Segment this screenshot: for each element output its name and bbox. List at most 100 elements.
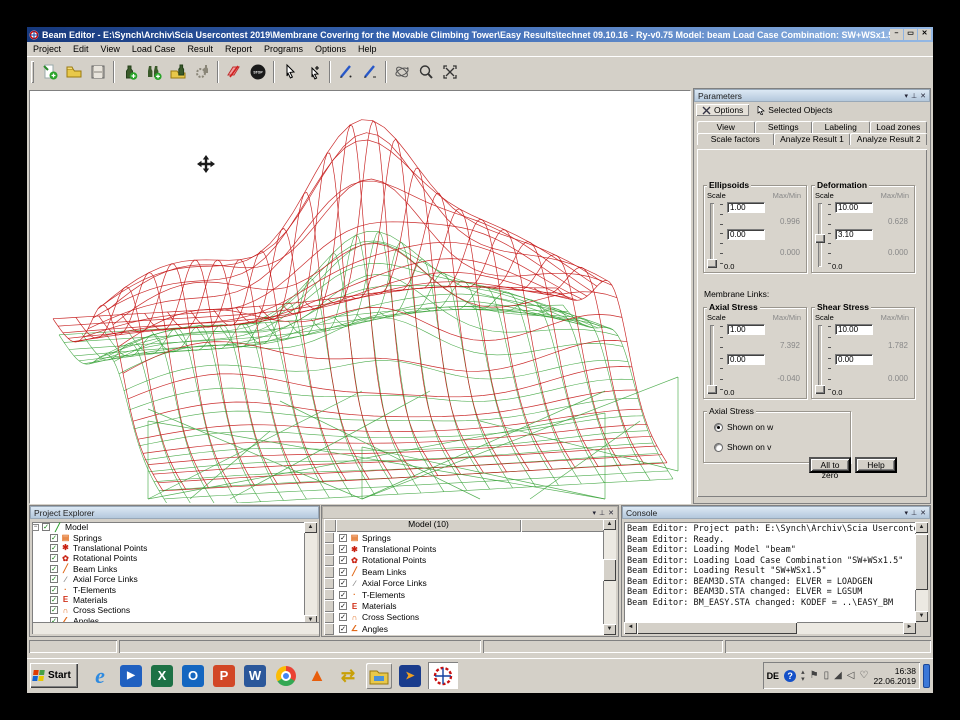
tree-label[interactable]: Model — [65, 522, 88, 532]
draw-link-button[interactable] — [358, 60, 382, 84]
dock-pin-icon[interactable]: ⊥ — [911, 92, 917, 100]
signal-tray-icon[interactable]: ◢ — [834, 670, 842, 681]
row-label[interactable]: Materials — [362, 601, 396, 611]
tab-analyze-result-1[interactable]: Analyze Result 1 — [774, 133, 851, 145]
tree-item[interactable]: ✓∩Cross Sections — [32, 605, 306, 615]
tree-label[interactable]: Springs — [73, 533, 102, 543]
model-row[interactable]: ✓∩Cross Sections — [324, 612, 604, 623]
dock-menu-icon[interactable]: ▾ — [905, 509, 909, 517]
tree-item[interactable]: ✓·T-Elements — [32, 584, 306, 594]
taskbar-files-icon[interactable] — [366, 663, 392, 689]
model-table[interactable]: Model (10) ✓▤Springs ✓✱Translational Poi… — [324, 519, 604, 635]
checkbox[interactable]: ✓ — [339, 591, 347, 599]
taskbar-compare-icon[interactable]: ⇄ — [335, 663, 361, 689]
result-settings-button[interactable] — [190, 60, 214, 84]
draw-beam-button[interactable] — [334, 60, 358, 84]
clock[interactable]: 16:38 22.06.2019 — [873, 666, 916, 686]
start-button[interactable]: Start — [30, 663, 78, 688]
close-icon[interactable]: ✕ — [918, 29, 931, 40]
row-label[interactable]: Translational Points — [362, 544, 436, 554]
tree-vscrollbar[interactable]: ▲ ▼ — [304, 522, 317, 626]
tab-scale-factors[interactable]: Scale factors — [697, 133, 774, 145]
deformation-max-input[interactable] — [835, 202, 873, 213]
model-row[interactable]: ✓EMaterials — [324, 600, 604, 611]
checkbox[interactable]: ✓ — [339, 579, 347, 587]
help-button[interactable]: Help — [855, 457, 897, 473]
help-tray-icon[interactable]: ? — [784, 670, 796, 682]
battery-tray-icon[interactable]: ▯ — [824, 670, 830, 681]
console-hscrollbar[interactable]: ◄ ► — [624, 622, 916, 634]
taskbar-chrome-icon[interactable] — [273, 663, 299, 689]
menu-load-case[interactable]: Load Case — [126, 43, 182, 55]
axial-stress-slider-thumb[interactable] — [707, 385, 717, 394]
checkbox[interactable]: ✓ — [42, 523, 50, 531]
menu-edit[interactable]: Edit — [67, 43, 95, 55]
dock-menu-icon[interactable]: ▾ — [593, 509, 597, 517]
tree-label[interactable]: Cross Sections — [73, 605, 130, 615]
scroll-up-icon[interactable]: ▲ — [304, 522, 317, 533]
show-desktop-button[interactable] — [923, 664, 930, 688]
tree-label[interactable]: Axial Force Links — [73, 574, 138, 584]
flag-tray-icon[interactable]: ⚑ — [810, 670, 819, 681]
checkbox[interactable]: ✓ — [339, 568, 347, 576]
ellipsoids-slider[interactable] — [710, 203, 714, 267]
title-bar[interactable]: Beam Editor - E:\Synch\Archiv\Scia Userc… — [27, 27, 933, 42]
model-panel-header[interactable]: ▾ ⊥ ✕ — [322, 506, 618, 519]
scroll-thumb[interactable] — [915, 534, 928, 590]
tree-item[interactable]: ✓EMaterials — [32, 595, 306, 605]
checkbox[interactable]: ✓ — [50, 544, 58, 552]
select-add-button[interactable] — [302, 60, 326, 84]
model-vscrollbar[interactable]: ▲ ▼ — [603, 519, 616, 635]
minimize-icon[interactable]: – — [890, 29, 903, 40]
axial-stress-max-input[interactable] — [727, 324, 765, 335]
tree-item[interactable]: ✓✱Translational Points — [32, 543, 306, 553]
row-label[interactable]: T-Elements — [362, 590, 405, 600]
dock-menu-icon[interactable]: ▾ — [905, 92, 909, 100]
open-button[interactable] — [62, 60, 86, 84]
checkbox[interactable]: ✓ — [339, 545, 347, 553]
scroll-left-icon[interactable]: ◄ — [624, 622, 637, 634]
tree-root[interactable]: − ✓ ╱ Model — [32, 522, 306, 532]
ellipsoids-min-input[interactable] — [727, 229, 765, 240]
deformation-slider-thumb[interactable] — [815, 234, 825, 243]
tree-label[interactable]: Rotational Points — [73, 553, 137, 563]
checkbox[interactable]: ✓ — [50, 565, 58, 573]
radio-shown-on-v[interactable]: Shown on v — [714, 442, 771, 452]
scroll-right-icon[interactable]: ► — [903, 622, 916, 634]
tree-item[interactable]: ✓╱Beam Links — [32, 564, 306, 574]
display-result-button[interactable] — [222, 60, 246, 84]
scroll-up-icon[interactable]: ▲ — [603, 519, 616, 530]
toolbar-grip[interactable] — [31, 61, 34, 83]
row-label[interactable]: Rotational Points — [362, 555, 426, 565]
project-explorer-header[interactable]: Project Explorer — [30, 506, 319, 519]
restore-icon[interactable]: ▭ — [904, 29, 917, 40]
menu-view[interactable]: View — [95, 43, 126, 55]
project-tree[interactable]: − ✓ ╱ Model ✓▤Springs ✓✱Translational Po… — [32, 522, 306, 626]
model-row[interactable]: ✓✿Rotational Points — [324, 555, 604, 566]
radio-shown-on-w[interactable]: Shown on w — [714, 422, 773, 432]
checkbox[interactable]: ✓ — [50, 554, 58, 562]
tree-label[interactable]: T-Elements — [73, 585, 116, 595]
add-load-case-button[interactable] — [118, 60, 142, 84]
language-indicator[interactable]: DE — [767, 671, 780, 681]
axial-stress-min-input[interactable] — [727, 354, 765, 365]
all-to-zero-button[interactable]: All to zero — [809, 457, 851, 473]
tab-analyze-result-2[interactable]: Analyze Result 2 — [850, 133, 927, 145]
dock-close-icon[interactable]: ✕ — [920, 92, 926, 100]
scroll-thumb[interactable] — [603, 559, 616, 581]
speaker-tray-icon[interactable]: ◁ — [847, 670, 855, 681]
dock-close-icon[interactable]: ✕ — [920, 509, 926, 517]
tree-hscrollbar[interactable] — [32, 622, 319, 634]
fit-view-button[interactable] — [438, 60, 462, 84]
checkbox[interactable]: ✓ — [339, 625, 347, 633]
checkbox[interactable]: ✓ — [50, 534, 58, 542]
row-label[interactable]: Angles — [362, 624, 388, 634]
deformation-min-input[interactable] — [835, 229, 873, 240]
checkbox[interactable]: ✓ — [50, 596, 58, 604]
tab-labeling[interactable]: Labeling — [812, 121, 870, 133]
ellipsoids-max-input[interactable] — [727, 202, 765, 213]
taskbar-excel-icon[interactable]: X — [149, 663, 175, 689]
checkbox[interactable]: ✓ — [50, 586, 58, 594]
console-header[interactable]: Console ▾ ⊥ ✕ — [622, 506, 930, 519]
parameters-header[interactable]: Parameters ▾ ⊥ ✕ — [694, 89, 930, 102]
